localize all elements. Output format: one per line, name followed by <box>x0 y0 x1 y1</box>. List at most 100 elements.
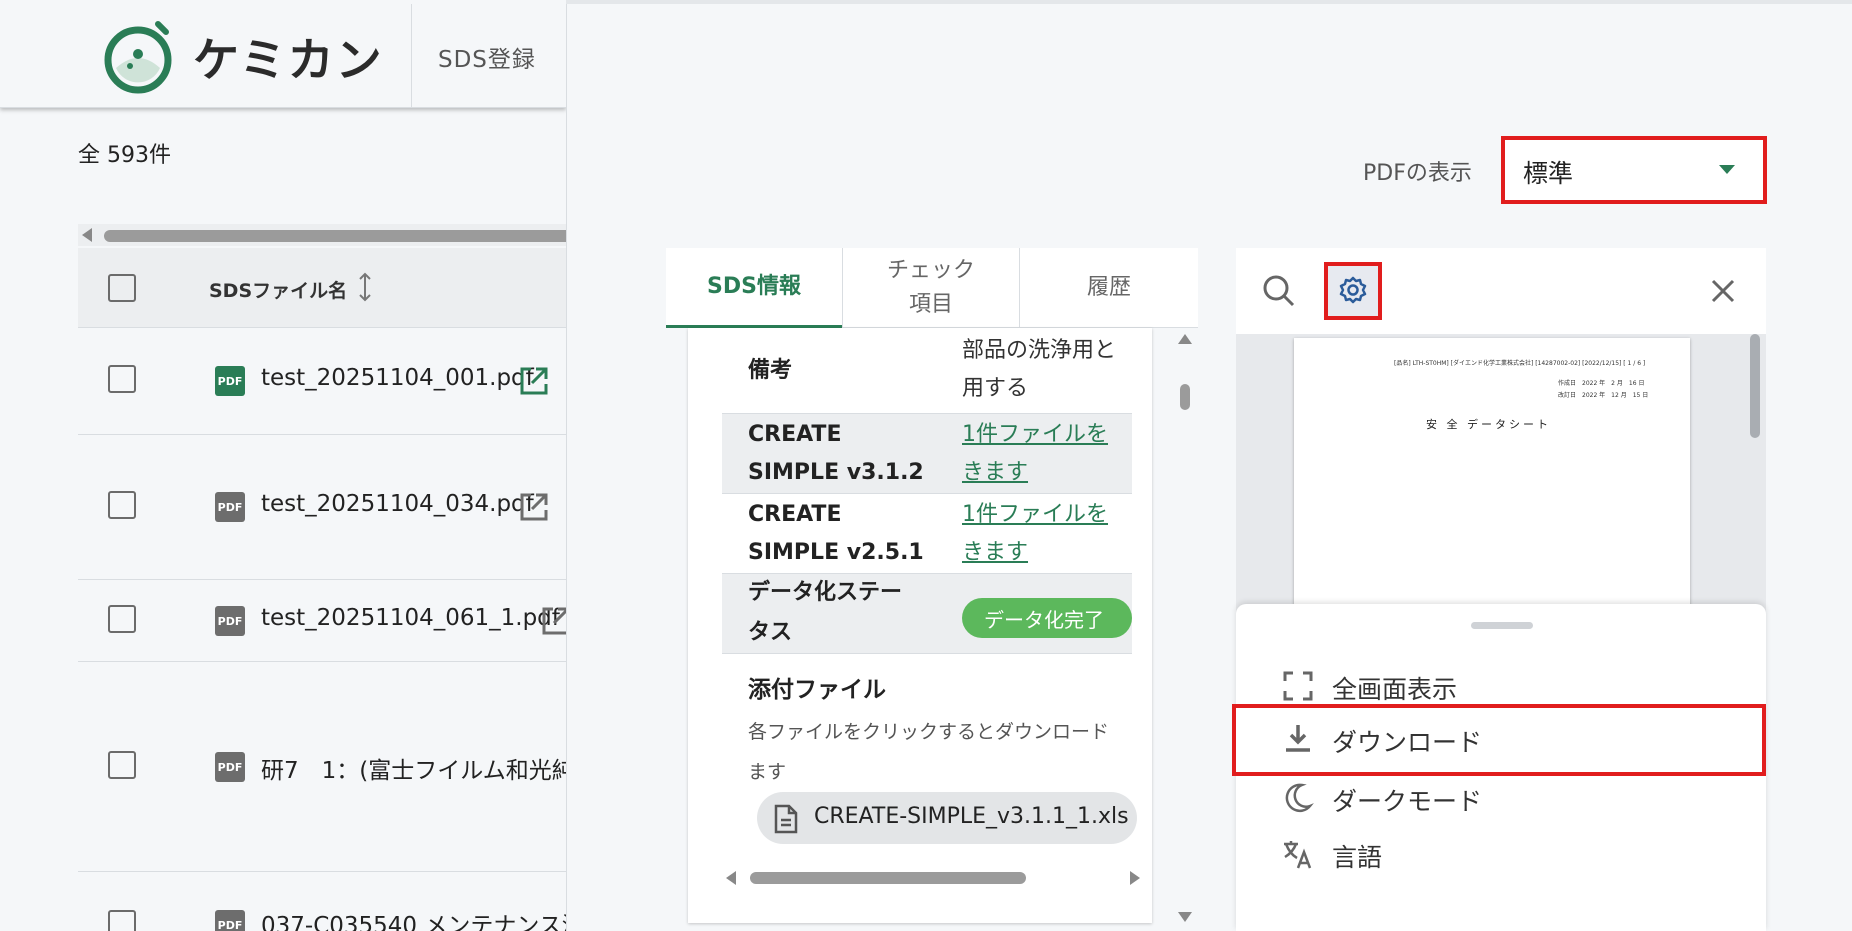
attachment-file-name: CREATE-SIMPLE_v3.1.1_1.xls <box>814 804 1129 829</box>
drag-handle[interactable] <box>1471 622 1533 629</box>
file-name[interactable]: 研7 1：(富士フイルム和光純 <box>261 751 566 785</box>
scroll-left-arrow-icon[interactable] <box>726 871 736 885</box>
sds-list-panel: ケミカン SDS登録 全 593件 SDSファイル名 PDF test_2025… <box>0 0 566 931</box>
row-checkbox[interactable] <box>108 751 136 779</box>
row-checkbox[interactable] <box>108 491 136 519</box>
tab-check-items[interactable]: チェック 項目 <box>843 248 1019 328</box>
nav-sds-register[interactable]: SDS登録 <box>438 40 536 74</box>
attachments-description: 各ファイルをクリックするとダウンロード ます <box>748 712 1128 792</box>
file-download-link[interactable]: 1件ファイルを <box>962 496 1108 534</box>
scroll-up-arrow-icon[interactable] <box>1178 334 1192 344</box>
fullscreen-icon <box>1283 671 1313 701</box>
menu-item-download[interactable]: ダウンロード <box>1232 704 1766 776</box>
info-row-create-simple-312: CREATE SIMPLE v3.1.2 1件ファイルを きます <box>722 414 1132 494</box>
info-label: SIMPLE v2.5.1 <box>748 540 924 565</box>
info-value: 部品の洗浄用と <box>962 338 1117 363</box>
pdf-file-icon: PDF <box>215 606 245 636</box>
info-row-create-simple-251: CREATE SIMPLE v2.5.1 1件ファイルを きます <box>722 494 1132 574</box>
column-header-filename[interactable]: SDSファイル名 <box>209 276 347 303</box>
info-label: タス <box>748 620 793 645</box>
file-name[interactable]: 037-C035540 メンテナンス済 <box>261 906 566 931</box>
pdf-date-line: 作成日 2022 年 2 月 16 日 <box>1558 380 1645 387</box>
pdf-mode-select[interactable]: 標準 <box>1501 136 1767 204</box>
file-name[interactable]: test_20251104_001.pdf <box>261 365 534 391</box>
row-checkbox[interactable] <box>108 365 136 393</box>
kemikan-logo-icon <box>104 21 172 94</box>
open-external-icon[interactable] <box>518 365 550 397</box>
file-download-link[interactable]: きます <box>962 454 1028 492</box>
attachments-description-line: ます <box>748 761 787 783</box>
table-row[interactable]: PDF test_20251104_034.pdf <box>78 435 566 580</box>
close-icon[interactable] <box>1706 274 1740 308</box>
pdf-mode-value: 標準 <box>1523 159 1574 188</box>
table-header: SDSファイル名 <box>78 248 566 328</box>
scroll-right-arrow-icon[interactable] <box>1130 871 1140 885</box>
info-label: 備考 <box>748 358 793 383</box>
info-row-remark: 備考 部品の洗浄用と 用する <box>722 328 1132 414</box>
download-icon <box>1286 725 1310 752</box>
file-download-link[interactable]: 1件ファイルを <box>962 416 1108 454</box>
menu-item-dark-mode[interactable]: ダークモード <box>1236 770 1766 826</box>
brand-name: ケミカン <box>193 33 384 87</box>
pdf-header-line: [品名] LTH-ST0HM] [ダイエンド化学工業株式会社] [1428700… <box>1394 360 1646 367</box>
pdf-file-icon: PDF <box>215 366 245 396</box>
menu-item-label: ダウンロード <box>1332 728 1483 757</box>
file-name[interactable]: test_20251104_034.pdf <box>261 491 534 517</box>
scroll-thumb[interactable] <box>104 230 566 242</box>
row-checkbox[interactable] <box>108 910 136 931</box>
scroll-thumb[interactable] <box>750 872 1026 884</box>
scroll-left-arrow-icon[interactable] <box>82 228 92 242</box>
search-icon[interactable] <box>1262 274 1296 308</box>
scroll-down-arrow-icon[interactable] <box>1178 912 1192 922</box>
app-header: ケミカン SDS登録 <box>0 0 566 108</box>
scroll-thumb[interactable] <box>1180 384 1190 410</box>
select-all-checkbox[interactable] <box>108 274 136 302</box>
table-row[interactable]: PDF 037-C035540 メンテナンス済 <box>78 872 566 931</box>
file-download-link[interactable]: きます <box>962 534 1028 572</box>
tab-sds-info[interactable]: SDS情報 <box>666 248 842 328</box>
tab-history[interactable]: 履歴 <box>1020 248 1198 328</box>
pdf-vertical-scroll-thumb[interactable] <box>1750 334 1760 438</box>
nav-divider <box>411 4 412 108</box>
dropdown-caret-icon <box>1719 165 1735 174</box>
info-row-data-status: データ化ステー タス データ化完了 <box>722 574 1132 654</box>
pdf-mode-label: PDFの表示 <box>1363 161 1472 186</box>
pdf-viewer-toolbar <box>1236 248 1766 334</box>
open-external-icon[interactable] <box>540 605 566 637</box>
attachments-description-line: 各ファイルをクリックするとダウンロード <box>748 721 1110 743</box>
pdf-date-line: 改訂日 2022 年 12 月 15 日 <box>1558 392 1649 399</box>
info-label: CREATE <box>748 422 842 447</box>
moon-icon <box>1285 783 1314 813</box>
menu-item-language[interactable]: 言語 <box>1236 826 1766 882</box>
card-vertical-scrollbar[interactable] <box>1176 328 1194 924</box>
status-badge: データ化完了 <box>962 598 1132 638</box>
menu-item-label: 全画面表示 <box>1332 675 1458 704</box>
row-checkbox[interactable] <box>108 605 136 633</box>
table-row[interactable]: PDF 研7 1：(富士フイルム和光純 <box>78 662 566 872</box>
table-horizontal-scrollbar[interactable] <box>78 224 566 246</box>
pdf-settings-menu: 全画面表示 ダウンロード ダークモード 言語 <box>1232 604 1766 931</box>
card-horizontal-scrollbar[interactable] <box>726 868 1140 888</box>
info-label: データ化ステー <box>748 580 903 605</box>
total-count: 全 593件 <box>78 143 171 168</box>
sds-info-card: 備考 部品の洗浄用と 用する CREATE SIMPLE v3.1.2 1件ファ… <box>688 328 1152 923</box>
sort-icon[interactable] <box>357 272 373 302</box>
info-label: CREATE <box>748 502 842 527</box>
settings-button[interactable] <box>1324 262 1382 320</box>
open-external-icon[interactable] <box>518 491 550 523</box>
attachments-title: 添付ファイル <box>748 677 886 703</box>
pdf-file-icon: PDF <box>215 910 245 931</box>
table-row[interactable]: PDF test_20251104_061_1.pdf <box>78 580 566 662</box>
menu-item-label: ダークモード <box>1332 787 1483 816</box>
table-row[interactable]: PDF test_20251104_001.pdf <box>78 329 566 435</box>
pdf-file-icon: PDF <box>215 492 245 522</box>
drawer-top-border <box>566 0 1852 4</box>
file-name[interactable]: test_20251104_061_1.pdf <box>261 605 560 631</box>
detail-tabs: SDS情報 チェック 項目 履歴 <box>666 248 1198 328</box>
pdf-file-icon: PDF <box>215 752 245 782</box>
attachment-file-chip[interactable]: CREATE-SIMPLE_v3.1.1_1.xls <box>757 792 1137 844</box>
menu-item-label: 言語 <box>1332 843 1383 872</box>
file-icon <box>774 804 798 834</box>
gear-icon <box>1339 276 1367 304</box>
info-value: 用する <box>962 376 1029 401</box>
